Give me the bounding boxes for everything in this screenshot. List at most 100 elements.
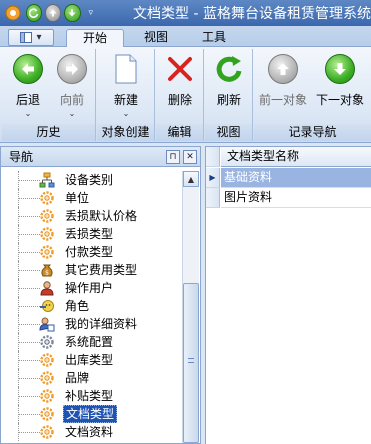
tab-tools[interactable]: 工具 [186,29,242,48]
svg-text:$: $ [45,270,49,277]
sidebar-item[interactable]: 文档类型 [7,405,181,423]
tree-connector [18,342,40,343]
gear-icon [39,208,55,224]
sidebar-item[interactable]: 付款类型 [7,243,181,261]
chevron-down-icon[interactable]: ⌄ [6,109,50,118]
refresh-icon[interactable] [25,4,42,22]
ribbon-tab-bar: ▾ 开始 视图 工具 [0,26,371,48]
sidebar-item-label: 其它费用类型 [65,263,138,277]
up-arrow-icon [268,54,298,84]
next-object-button[interactable]: 下一对象 [312,53,368,123]
sidebar-item[interactable]: 我的详细资料 [7,315,181,333]
ribbon: 后退 ⌄ 向前 ⌄ 历史 新建 ⌄ 对象创建 删除 编辑 刷新 视图 前一对象 … [0,47,371,143]
sidebar-item-label: 系统配置 [65,335,114,349]
delete-button[interactable]: 删除 [159,53,201,123]
tab-start[interactable]: 开始 [66,29,124,48]
sidebar-item[interactable]: 补贴类型 [7,387,181,405]
sidebar-item[interactable]: 系统配置 [7,333,181,351]
gear-icon [39,226,55,242]
gear-icon [39,388,55,404]
chevron-down-icon[interactable]: ⌄ [50,109,94,118]
column-header-name[interactable]: 文档类型名称 [221,147,371,167]
ribbon-group-record-nav: 前一对象 下一对象 记录导航 [254,49,371,141]
role-icon [39,298,55,314]
tree-connector [18,432,40,433]
nav-tree: 设备类别单位丢损默认价格 丢损类型付款类型 $ 其它费用类型 操作用户角色 我的详细资料系… [7,171,181,443]
tree-connector [18,396,40,397]
table-cell-name[interactable]: 图片资料 [221,188,371,208]
tree-connector [18,414,40,415]
previous-object-button[interactable]: 前一对象 [256,53,310,123]
group-label-create: 对象创建 [97,124,154,141]
tree-connector [18,306,40,307]
sidebar-item[interactable]: 出库类型 [7,351,181,369]
new-button[interactable]: 新建 ⌄ [104,53,148,123]
ribbon-group-edit: 删除 编辑 [156,49,204,141]
document-type-grid: 文档类型名称 ▶ 基础资料 图片资料 [205,146,371,444]
tab-view[interactable]: 视图 [128,29,184,48]
sidebar-item-label: 单位 [65,191,90,205]
layout-menu-button[interactable]: ▾ [8,29,54,46]
tree-connector [18,216,40,217]
refresh-button[interactable]: 刷新 [208,53,250,123]
sidebar-item-label: 补贴类型 [65,389,114,403]
tree-connector [18,198,40,199]
sidebar-item[interactable]: 角色 [7,297,181,315]
back-button[interactable]: 后退 ⌄ [6,53,50,123]
sidebar-item[interactable]: 操作用户 [7,279,181,297]
back-label: 后退 [15,93,40,107]
user-detail-icon [39,316,55,332]
table-cell-name[interactable]: 基础资料 [221,168,371,188]
chevron-down-icon: ▾ [36,32,42,43]
category-tree-icon [39,172,55,188]
next-object-label: 下一对象 [315,93,364,107]
config-gear-icon [39,334,55,350]
tree-connector [18,360,40,361]
app-gear-icon[interactable] [3,4,23,22]
sidebar-item[interactable]: 设备类别 [7,171,181,189]
nav-scrollbar[interactable]: ▲ [182,171,199,443]
sidebar-item[interactable]: 丢损类型 [7,225,181,243]
gear-icon [39,190,55,206]
back-arrow-icon [13,54,43,84]
refresh-icon [213,53,245,85]
row-indicator-icon: ▶ [206,168,220,188]
tree-connector [18,270,40,271]
sidebar-item[interactable]: 丢损默认价格 [7,207,181,225]
table-row[interactable]: 图片资料 [206,188,371,208]
delete-label: 删除 [167,93,192,107]
nav-header: 导航 ⊓ ✕ [1,147,200,167]
forward-label: 向前 [59,93,84,107]
scroll-thumb[interactable] [183,283,199,443]
sidebar-item-label: 付款类型 [65,245,114,259]
sidebar-item[interactable]: $ 其它费用类型 [7,261,181,279]
refresh-label: 刷新 [216,93,241,107]
new-document-icon [110,53,142,85]
forward-arrow-icon [57,54,87,84]
gear-icon [39,424,55,440]
sidebar-item-label: 文档类型 [63,405,118,423]
sidebar-item-label: 操作用户 [65,281,114,295]
up-circle-icon[interactable] [44,4,62,22]
chevron-down-icon[interactable]: ⌄ [104,109,148,118]
sidebar-item[interactable]: 文档资料 [7,423,181,441]
close-icon[interactable]: ✕ [183,149,197,164]
grid-header-row: 文档类型名称 [206,147,371,167]
sidebar-item[interactable]: 单位 [7,189,181,207]
sidebar-item-label: 设备类别 [65,173,114,187]
table-row[interactable]: ▶ 基础资料 [206,168,371,188]
forward-button[interactable]: 向前 ⌄ [50,53,94,123]
title-bar: ▿ 文档类型 - 蓝格舞台设备租赁管理系统 [0,0,371,26]
money-bag-icon: $ [39,262,55,278]
ribbon-group-view: 刷新 视图 [205,49,253,141]
group-label-history: 历史 [2,124,95,141]
gear-icon [39,244,55,260]
scroll-up-icon[interactable]: ▲ [183,171,199,187]
group-label-edit: 编辑 [156,124,203,141]
down-circle-icon[interactable] [64,4,81,22]
sidebar-item[interactable]: 品牌 [7,369,181,387]
quick-access-dropdown-icon[interactable]: ▿ [85,4,98,22]
gear-icon [39,370,55,386]
tree-connector [18,288,40,289]
pin-icon[interactable]: ⊓ [166,149,180,164]
